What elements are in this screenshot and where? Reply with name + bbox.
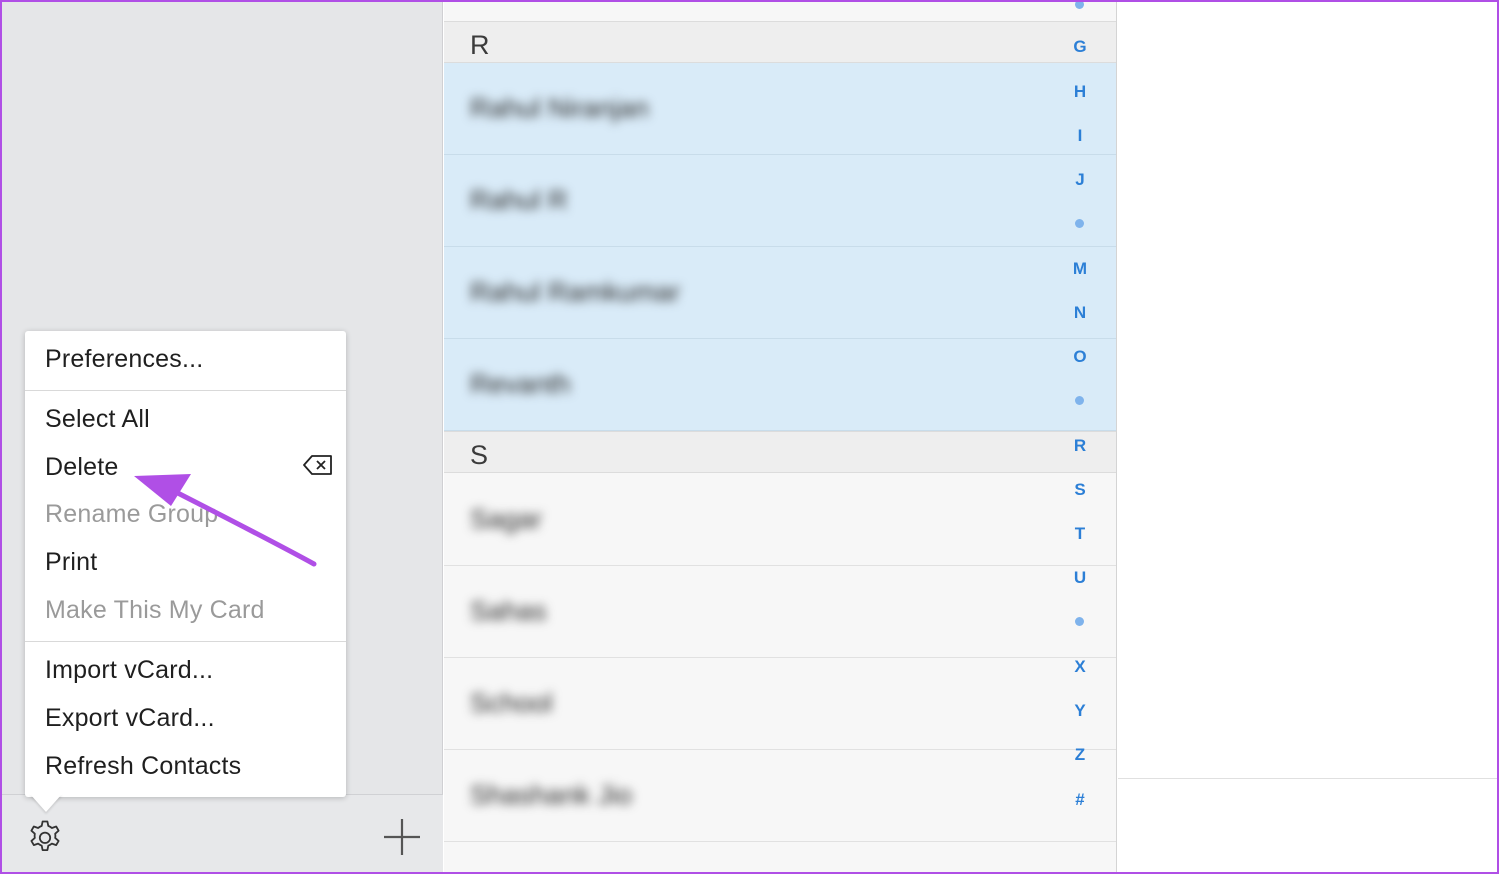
menu-item-preferences[interactable]: Preferences...: [45, 345, 203, 374]
contact-name: Sagar: [470, 504, 543, 534]
settings-menu: Preferences... Select All Delete Rename …: [25, 331, 346, 797]
contact-name: School: [470, 688, 553, 718]
contact-row[interactable]: School: [444, 658, 1116, 750]
menu-pointer: [30, 794, 62, 812]
index-letter[interactable]: Y: [1062, 701, 1098, 721]
index-dot[interactable]: [1075, 396, 1084, 405]
contact-row[interactable]: Shashank Jio: [444, 750, 1116, 842]
index-letter[interactable]: Z: [1062, 745, 1098, 765]
contact-name: Sahas: [470, 596, 547, 626]
contact-name: Rahul Ramkumar: [470, 277, 681, 307]
contact-row[interactable]: Rahul R: [444, 155, 1116, 247]
index-dot[interactable]: [1075, 219, 1084, 228]
menu-item-refresh-contacts[interactable]: Refresh Contacts: [45, 752, 241, 781]
menu-item-print[interactable]: Print: [45, 548, 97, 577]
detail-divider: [1118, 778, 1497, 779]
contact-name: Rahul R: [470, 185, 568, 215]
index-letter[interactable]: R: [1062, 436, 1098, 456]
index-letter[interactable]: J: [1062, 170, 1098, 190]
contact-name: Revanth: [470, 369, 571, 399]
contact-name: Shashank Jio: [470, 780, 633, 810]
contact-detail-pane: [1118, 2, 1497, 872]
section-letter: S: [470, 440, 489, 470]
index-dot[interactable]: [1075, 617, 1084, 626]
index-letter[interactable]: S: [1062, 480, 1098, 500]
menu-separator: [25, 641, 346, 642]
delete-key-icon: [303, 455, 332, 475]
index-letter[interactable]: I: [1062, 126, 1098, 146]
index-letter[interactable]: T: [1062, 524, 1098, 544]
gear-icon: [30, 820, 60, 851]
menu-item-import-vcard[interactable]: Import vCard...: [45, 656, 213, 685]
index-letter[interactable]: N: [1062, 303, 1098, 323]
menu-item-select-all[interactable]: Select All: [45, 405, 150, 434]
section-header-r: R: [444, 21, 1116, 63]
menu-separator: [25, 390, 346, 391]
index-letter[interactable]: G: [1062, 37, 1098, 57]
index-letter[interactable]: H: [1062, 82, 1098, 102]
contact-row[interactable]: Rahul Niranjan: [444, 63, 1116, 155]
plus-icon: [384, 819, 420, 855]
index-letter[interactable]: #: [1062, 790, 1098, 810]
index-dot[interactable]: [1075, 2, 1084, 9]
index-letter[interactable]: X: [1062, 657, 1098, 677]
contact-row[interactable]: Revanth: [444, 339, 1116, 431]
contacts-list[interactable]: R Rahul Niranjan Rahul R Rahul Ramkumar …: [444, 2, 1117, 872]
section-letter: R: [470, 30, 490, 60]
alphabet-index[interactable]: G H I J M N O R S T U X Y Z #: [1062, 2, 1098, 872]
settings-button[interactable]: [24, 817, 66, 859]
contact-name: Rahul Niranjan: [470, 93, 649, 123]
menu-item-rename-group: Rename Group: [45, 500, 219, 528]
groups-toolbar: [2, 794, 443, 872]
menu-item-delete[interactable]: Delete: [45, 453, 118, 482]
section-header-s: S: [444, 431, 1116, 473]
index-letter[interactable]: U: [1062, 568, 1098, 588]
menu-item-make-this-my-card: Make This My Card: [45, 596, 265, 624]
contact-row[interactable]: Rahul Ramkumar: [444, 247, 1116, 339]
add-group-button[interactable]: [380, 815, 424, 859]
index-letter[interactable]: M: [1062, 259, 1098, 279]
contact-row[interactable]: Sagar: [444, 474, 1116, 566]
menu-item-export-vcard[interactable]: Export vCard...: [45, 704, 215, 733]
index-letter[interactable]: O: [1062, 347, 1098, 367]
contact-row[interactable]: Sahas: [444, 566, 1116, 658]
